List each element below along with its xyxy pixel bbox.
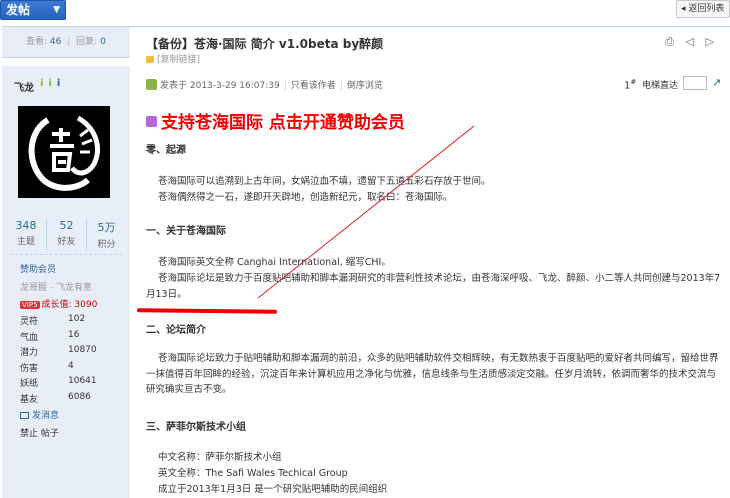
property-value: 102 — [68, 314, 86, 324]
floor-number: 1# — [624, 78, 636, 91]
replies-label: 回复: — [76, 37, 98, 47]
floor-sup: # — [630, 78, 637, 86]
divider — [10, 254, 122, 255]
property-value: 10870 — [68, 345, 97, 355]
growth-value: VIP5 成长值: 3090 — [20, 297, 97, 310]
new-post-label: 发帖 — [6, 3, 31, 17]
property-key: 基友 — [20, 394, 39, 405]
thread-header: 【备份】苍海·国际 简介 v1.0beta by醉颜 [复制链接] ⎙ ◁ ▷ — [130, 26, 730, 66]
chevron-down-icon[interactable]: ▼ — [53, 1, 60, 19]
lock-icon — [146, 56, 154, 63]
thread-icon — [146, 79, 157, 90]
posted-time: 发表于 2013-3-29 16:07:39 — [160, 81, 280, 91]
property-row: 气血 16 — [20, 330, 120, 346]
envelope-icon — [20, 412, 29, 419]
property-value: 4 — [68, 360, 74, 371]
sponsor-banner-link[interactable]: 支持苍海国际 点击开通赞助会员 — [146, 108, 405, 133]
ad-badge-icon — [146, 116, 157, 127]
print-prev-next-icons[interactable]: ⎙ ◁ ▷ — [665, 35, 718, 49]
floor-jump-input[interactable] — [683, 76, 707, 90]
stat-value: 5万 — [97, 221, 116, 234]
author-stats: 348 主题 52 好友 5万 积分 — [6, 219, 126, 250]
property-value: 16 — [68, 329, 80, 340]
views-count: 46 — [49, 37, 62, 47]
property-row: 伤害 4 — [20, 361, 120, 377]
property-key: 伤害 — [20, 363, 39, 374]
author-name[interactable]: 飞龙 — [14, 79, 34, 94]
only-author-link[interactable]: 只看该作者 — [291, 81, 336, 91]
section-heading: 零、起源 — [146, 145, 186, 156]
paragraph: 苍海国际英文全称 Canghai International, 缩写CHI。 — [158, 257, 391, 268]
ban-post-link[interactable]: 禁止 帖子 — [20, 426, 59, 439]
property-row: 基友 6086 — [20, 392, 120, 408]
property-key: 灵符 — [20, 317, 39, 327]
replies-count: 0 — [100, 37, 106, 47]
paragraph: 苍海国际论坛是致力于百度贴吧辅助和脚本漏洞研究的非营利性技术论坛，由苍海深呼吸、… — [146, 273, 721, 300]
online-mark-icon: i — [40, 78, 44, 89]
send-message-link[interactable]: 发消息 — [20, 408, 59, 421]
author-sidebar: 飞龙 iii 348 主题 52 好友 5万 积分 赞助会员 龙哥握 - 飞龙有… — [2, 66, 130, 498]
paragraph: 苍海国际可以追溯到上古年间，女娲泣血不填，遗留下五道五彩石存放于世间。 — [158, 176, 491, 187]
views-label: 查看: — [26, 37, 48, 47]
thread-title[interactable]: 【备份】苍海·国际 简介 v1.0beta by醉颜 — [146, 35, 383, 52]
counts-separator: | — [67, 37, 71, 47]
paragraph: 英文全称：The Safi Wales Techical Group — [158, 468, 348, 479]
property-row: 妖纸 10641 — [20, 376, 120, 392]
thread-counts: 查看: 46 | 回复: 0 — [2, 26, 130, 58]
stat-value: 348 — [15, 219, 37, 232]
back-to-list-button[interactable]: ◂ 返回列表 — [676, 0, 730, 18]
top-bar: 发帖 ▼ ◂ 返回列表 — [0, 0, 730, 22]
property-value: 6086 — [68, 391, 91, 402]
property-value: 10641 — [68, 376, 97, 386]
banner-text: 支持苍海国际 点击开通赞助会员 — [161, 113, 405, 133]
vip-badge: VIP5 — [20, 301, 40, 309]
stat-label: 好友 — [57, 237, 76, 247]
paragraph: 中文名称：萨菲尔斯技术小组 — [158, 452, 282, 463]
property-row: 潜力 10870 — [20, 345, 120, 361]
stat-points[interactable]: 5万 积分 — [86, 219, 126, 250]
property-key: 气血 — [20, 332, 39, 343]
section-heading: 二、论坛简介 — [146, 325, 206, 336]
online-mark-icon: i — [48, 78, 52, 89]
meta-separator: | — [283, 81, 287, 91]
user-group-link[interactable]: 赞助会员 — [20, 262, 56, 275]
online-status: iii — [40, 78, 65, 89]
dragon-logo-icon — [18, 106, 110, 198]
stat-value: 52 — [59, 219, 74, 232]
stat-label: 积分 — [97, 240, 116, 250]
property-row: 灵符 102 — [20, 314, 120, 330]
meta-separator: | — [339, 81, 343, 91]
jump-go-icon[interactable]: ↗ — [712, 76, 721, 89]
send-message-label: 发消息 — [32, 411, 60, 421]
paragraph: 苍海偶然得之一石，遂即开天辟地，创造新纪元，取名曰：苍海国际。 — [158, 192, 453, 203]
user-title: 龙哥握 - 飞龙有意 — [20, 283, 92, 293]
new-post-button[interactable]: 发帖 ▼ — [0, 0, 66, 20]
property-key: 潜力 — [20, 348, 39, 358]
post-meta: 发表于 2013-3-29 16:07:39 | 只看该作者 | 倒序浏览 1# 电梯直… — [146, 76, 726, 94]
red-underline-annotation — [136, 308, 278, 314]
property-key: 妖纸 — [20, 379, 39, 389]
stat-friends[interactable]: 52 好友 — [46, 219, 86, 250]
growth-text: 成长值: 3090 — [41, 300, 98, 310]
author-properties: 灵符 102 气血 16 潜力 10870 伤害 4 妖纸 10641 基友 6086 — [20, 314, 120, 407]
stat-label: 主题 — [16, 237, 35, 247]
section-heading: 一、关于苍海国际 — [146, 226, 226, 237]
info-mark-icon: i — [56, 78, 61, 89]
avatar[interactable] — [18, 106, 110, 198]
copy-link[interactable]: [复制链接] — [146, 52, 200, 65]
section-heading: 三、萨菲尔斯技术小组 — [146, 422, 246, 433]
reverse-order-link[interactable]: 倒序浏览 — [347, 81, 383, 91]
paragraph: 成立于2013年1月3日 是一个研究贴吧辅助的民间组织 — [158, 484, 388, 495]
jump-label: 电梯直达 — [642, 81, 679, 91]
paragraph: 苍海国际论坛致力于贴吧辅助和脚本漏洞的前沿，众多的贴吧辅助软件交相辉映，有无数热… — [146, 353, 719, 395]
stat-topics[interactable]: 348 主题 — [6, 219, 46, 250]
copy-link-label: [复制链接] — [157, 55, 201, 65]
